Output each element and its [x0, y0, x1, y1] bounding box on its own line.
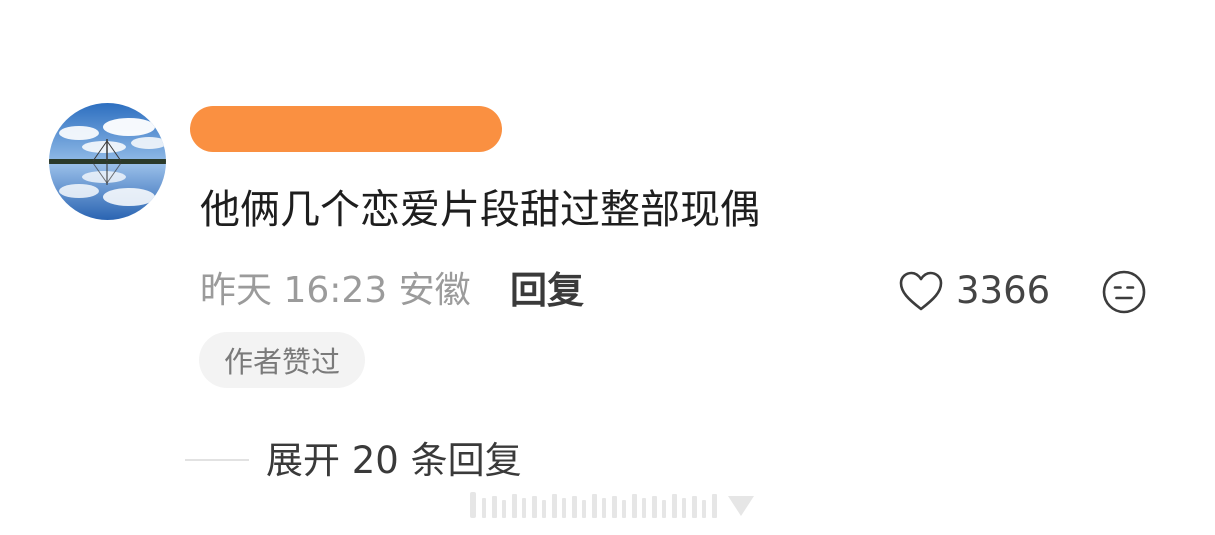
expand-divider: [185, 459, 249, 461]
watermark: [470, 492, 754, 518]
author-liked-badge: 作者赞过: [199, 332, 365, 388]
comment-item: 他俩几个恋爱片段甜过整部现偶 昨天 16:23 安徽 回复 3366 作者赞过 …: [0, 0, 1215, 535]
avatar-image: [49, 103, 166, 220]
comment-time-location: 昨天 16:23 安徽: [200, 270, 471, 311]
heart-icon: [899, 271, 943, 311]
username-redaction: [190, 106, 502, 152]
like-button[interactable]: 3366: [898, 266, 1050, 316]
reply-button[interactable]: 回复: [510, 266, 584, 316]
meh-face-icon[interactable]: [1101, 269, 1147, 315]
expand-replies-button[interactable]: 展开 20 条回复: [266, 436, 522, 486]
username[interactable]: [190, 106, 502, 154]
like-count: 3366: [956, 269, 1051, 312]
user-avatar[interactable]: [49, 103, 166, 220]
comment-text: 他俩几个恋爱片段甜过整部现偶: [200, 187, 760, 233]
